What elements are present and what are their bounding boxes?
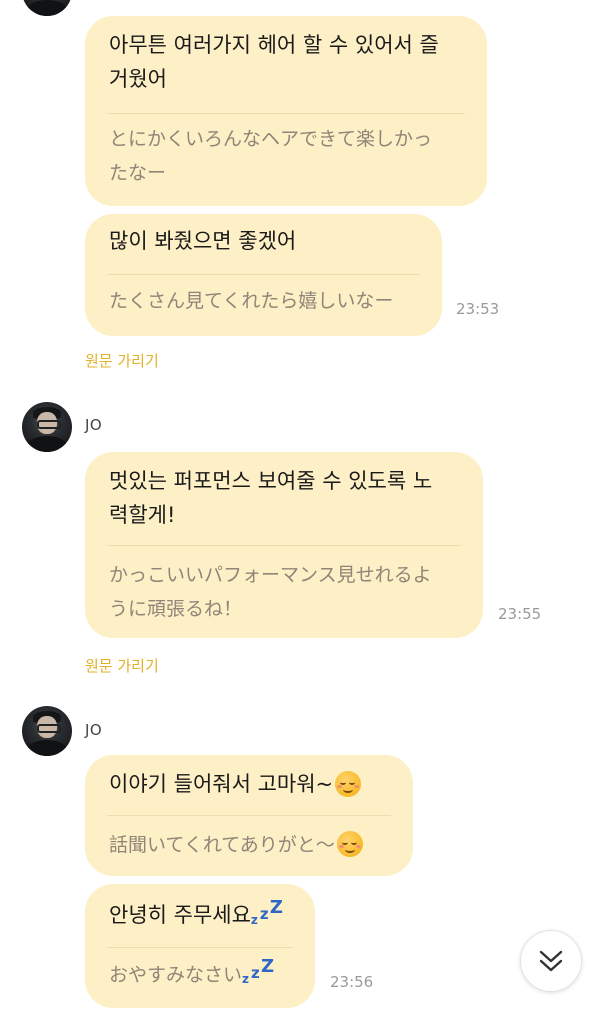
message-bubble[interactable]: 아무튼 여러가지 헤어 할 수 있어서 즐 거웠어 とにかくいろんなヘアできて楽し… — [85, 16, 487, 206]
message-time: 23:53 — [456, 300, 500, 318]
translation-divider — [107, 947, 293, 948]
artist-avatar[interactable] — [22, 402, 72, 452]
message-original-text: 멋있는 퍼포먼스 보여줄 수 있도록 노 력할게! — [109, 469, 433, 527]
hide-original-link[interactable]: 원문 가리기 — [85, 655, 159, 676]
message-bubble[interactable]: 많이 봐줬으면 좋겠어 たくさん見てくれたら嬉しいなー — [85, 214, 442, 336]
scroll-to-bottom-button[interactable] — [520, 930, 582, 992]
translation-divider — [107, 815, 391, 816]
message-original-text: 이야기 들어줘서 고마워~ — [109, 767, 362, 801]
message-original-text: 많이 봐줬으면 좋겠어 — [109, 229, 297, 253]
message-translation-text: 話聞いてくれてありがと～ — [109, 828, 363, 862]
sender-name: JO — [85, 416, 103, 434]
artist-avatar[interactable] — [22, 706, 72, 756]
message-translation-text: かっこいいパフォーマンス見せれるよ うに頑張るね！ — [109, 564, 432, 620]
sender-name: JO — [85, 721, 103, 739]
zzz-emoji: zzZ — [242, 956, 275, 986]
message-original-text: 아무튼 여러가지 헤어 할 수 있어서 즐 거웠어 — [109, 33, 439, 91]
smiling-face-emoji — [336, 831, 363, 857]
message-translation-text: たくさん見てくれたら嬉しいなー — [109, 290, 394, 312]
translation-divider — [107, 113, 465, 114]
hide-original-link[interactable]: 원문 가리기 — [85, 350, 159, 371]
message-translation-text: おやすみなさい z z Z — [109, 956, 275, 987]
message-bubble[interactable]: 안녕히 주무세요 z z Z おやすみなさい z z Z — [85, 884, 315, 1008]
message-translation-text: とにかくいろんなヘアできて楽しかっ たなー — [109, 128, 433, 184]
message-bubble[interactable]: 멋있는 퍼포먼스 보여줄 수 있도록 노 력할게! かっこいいパフォーマンス見せれ… — [85, 452, 483, 638]
message-original-text: 안녕히 주무세요 z z Z — [109, 897, 283, 928]
zzz-emoji: zzZ — [250, 897, 283, 927]
message-time: 23:55 — [498, 605, 542, 623]
message-time: 23:56 — [330, 973, 374, 991]
translation-divider — [107, 274, 420, 275]
double-chevron-down-icon — [539, 950, 563, 972]
smiling-face-emoji — [335, 771, 362, 797]
artist-avatar[interactable] — [22, 0, 72, 16]
message-bubble[interactable]: 이야기 들어줘서 고마워~ 話聞いてくれてありがと～ — [85, 755, 413, 876]
translation-divider — [107, 545, 461, 546]
